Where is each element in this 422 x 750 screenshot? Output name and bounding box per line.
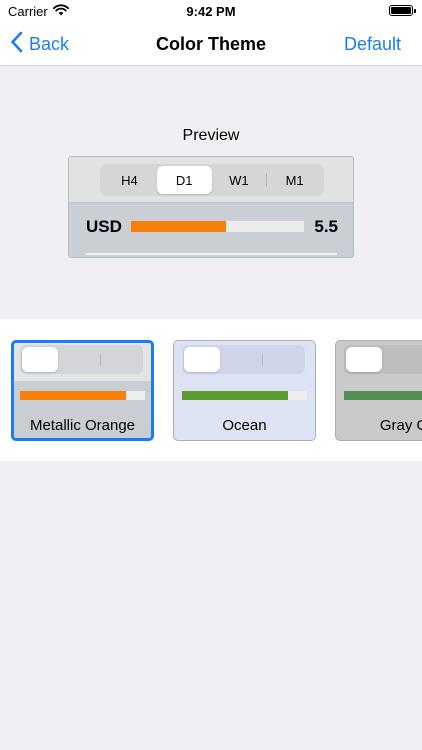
- mini-segment-knob: [22, 347, 58, 372]
- theme-name: Ocean: [222, 417, 267, 434]
- theme-options-strip[interactable]: Metallic Orange Ocean Gray Gr: [0, 319, 422, 461]
- theme-strength-bar: [182, 391, 307, 400]
- status-time: 9:42 PM: [186, 4, 236, 19]
- strength-bar: [131, 221, 304, 232]
- mini-segmented-control: [20, 345, 143, 374]
- mini-segmented-control: [344, 345, 422, 374]
- mini-segment-divider: [262, 354, 263, 366]
- theme-card-header: [14, 343, 151, 381]
- theme-strength-bar: [20, 391, 145, 400]
- timeframe-segmented-control[interactable]: H4 D1 W1 M1: [100, 164, 324, 196]
- currency-label: USD: [86, 217, 122, 236]
- preview-divider: [86, 253, 337, 255]
- status-bar: Carrier 9:42 PM: [0, 0, 422, 22]
- mini-segment-knob: [346, 347, 382, 372]
- default-button[interactable]: Default: [344, 34, 401, 55]
- preview-body: USD 5.5: [69, 203, 353, 257]
- mini-segment-knob: [184, 347, 220, 372]
- theme-card-header: [336, 341, 422, 379]
- navigation-bar: Back Color Theme Default: [0, 22, 422, 66]
- segment-h4[interactable]: H4: [102, 166, 157, 194]
- segment-m1[interactable]: M1: [267, 166, 322, 194]
- theme-strength-bar-fill: [20, 391, 127, 400]
- theme-name: Gray Gr: [379, 417, 422, 434]
- segment-w1[interactable]: W1: [212, 166, 267, 194]
- theme-card-header: [174, 341, 315, 379]
- theme-card-metallic-orange[interactable]: Metallic Orange: [11, 340, 154, 441]
- preview-card: H4 D1 W1 M1 USD 5.5: [68, 156, 354, 258]
- segment-d1[interactable]: D1: [156, 166, 212, 194]
- theme-strength-bar: [344, 391, 422, 400]
- preview-header: H4 D1 W1 M1: [69, 157, 353, 203]
- preview-heading: Preview: [182, 127, 240, 144]
- theme-card-gray-gr[interactable]: Gray Gr: [335, 340, 422, 441]
- theme-card-ocean[interactable]: Ocean: [173, 340, 316, 441]
- strength-value: 5.5: [314, 217, 338, 236]
- theme-strength-bar-fill: [344, 391, 422, 400]
- mini-segmented-control: [182, 345, 305, 374]
- battery-icon: [389, 5, 416, 16]
- theme-strength-bar-fill: [182, 391, 289, 400]
- mini-segment-divider: [100, 354, 101, 366]
- theme-name: Metallic Orange: [29, 417, 136, 434]
- strength-bar-fill: [131, 221, 227, 232]
